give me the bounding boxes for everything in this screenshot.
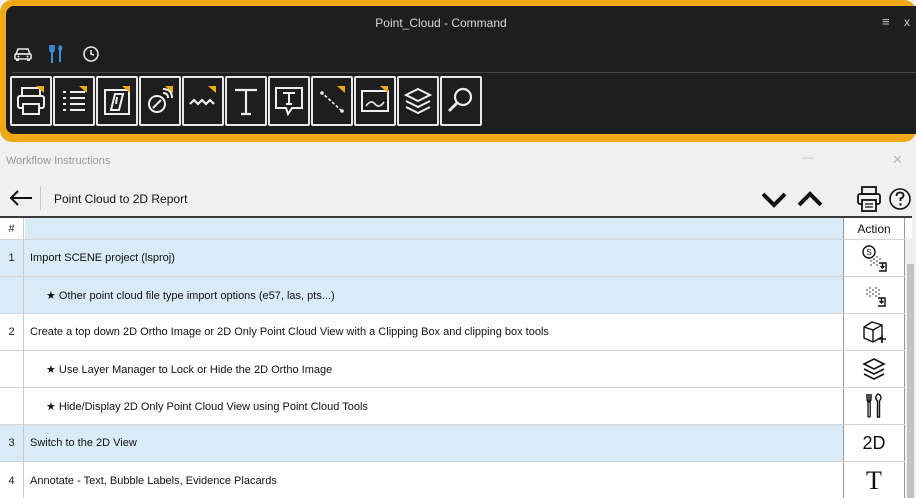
- table-row[interactable]: 4 Annotate - Text, Bubble Labels, Eviden…: [0, 462, 912, 498]
- table-row[interactable]: ★ Use Layer Manager to Lock or Hide the …: [0, 351, 912, 388]
- table-header-row: # Action: [0, 218, 912, 240]
- command-toolbar: [10, 76, 482, 130]
- scanner-icon[interactable]: [139, 76, 181, 126]
- wave-line-icon[interactable]: [182, 76, 224, 126]
- list-icon[interactable]: [53, 76, 95, 126]
- close-icon[interactable]: x: [904, 15, 910, 29]
- help-icon[interactable]: [888, 187, 912, 211]
- car-icon[interactable]: [12, 43, 34, 65]
- text-tool-label: T: [866, 465, 882, 495]
- chevron-up-icon[interactable]: [796, 188, 824, 210]
- chevron-down-icon[interactable]: [760, 188, 788, 210]
- step-text: ★ Hide/Display 2D Only Point Cloud View …: [46, 400, 368, 413]
- table-row[interactable]: 2 Create a top down 2D Ortho Image or 2D…: [0, 314, 912, 351]
- layers-icon[interactable]: [397, 76, 439, 126]
- svg-text:S: S: [866, 248, 871, 257]
- step-text: ★ Other point cloud file type import opt…: [46, 289, 335, 302]
- step-text: Annotate - Text, Bubble Labels, Evidence…: [30, 474, 277, 487]
- tools-icon[interactable]: [46, 43, 68, 65]
- step-text: Import SCENE project (lsproj): [30, 252, 175, 264]
- table-row[interactable]: ★ Other point cloud file type import opt…: [0, 277, 912, 314]
- layers-icon[interactable]: [843, 351, 905, 387]
- step-number: 3: [0, 425, 24, 461]
- 2d-view-label: 2D: [862, 432, 886, 453]
- column-header-action: Action: [843, 218, 905, 239]
- text-icon[interactable]: T: [843, 462, 905, 498]
- column-header-step: [25, 218, 843, 239]
- callout-text-icon[interactable]: [268, 76, 310, 126]
- screen: Point_Cloud - Command ≡ x Workflow Instr…: [0, 0, 916, 498]
- step-number: [0, 277, 24, 313]
- step-number: 2: [0, 314, 24, 350]
- menu-icon[interactable]: ≡: [882, 14, 890, 29]
- step-number: 1: [0, 240, 24, 276]
- clipping-box-icon[interactable]: [843, 314, 905, 350]
- step-text: ★ Use Layer Manager to Lock or Hide the …: [46, 363, 333, 376]
- search-icon[interactable]: [440, 76, 482, 126]
- command-separator: [12, 72, 916, 73]
- step-text: Create a top down 2D Ortho Image or 2D O…: [30, 326, 549, 338]
- text-icon[interactable]: [225, 76, 267, 126]
- clock-icon[interactable]: [80, 43, 102, 65]
- tools-icon[interactable]: [843, 388, 905, 424]
- scene-import-icon[interactable]: S: [843, 240, 905, 276]
- 2d-view-icon[interactable]: 2D: [843, 425, 905, 461]
- workflow-panel-title: Workflow Instructions: [6, 155, 111, 167]
- step-text: Switch to the 2D View: [30, 437, 137, 449]
- minimize-icon[interactable]: —: [802, 152, 813, 164]
- command-window: Point_Cloud - Command ≡ x: [6, 6, 916, 134]
- printer-icon[interactable]: [856, 185, 882, 213]
- printer-icon[interactable]: [10, 76, 52, 126]
- point-cloud-import-icon[interactable]: [843, 277, 905, 313]
- back-arrow-icon[interactable]: [8, 186, 34, 210]
- column-header-number: #: [0, 218, 24, 239]
- workflow-name: Point Cloud to 2D Report: [54, 192, 188, 206]
- step-number: 4: [0, 462, 24, 498]
- step-number: [0, 351, 24, 387]
- placard-icon[interactable]: [96, 76, 138, 126]
- command-window-frame: Point_Cloud - Command ≡ x: [0, 0, 916, 142]
- scrollbar-thumb[interactable]: [907, 264, 914, 498]
- header-divider: [40, 186, 41, 210]
- table-row[interactable]: ★ Hide/Display 2D Only Point Cloud View …: [0, 388, 912, 425]
- measure-line-icon[interactable]: [311, 76, 353, 126]
- table-row[interactable]: 3 Switch to the 2D View 2D: [0, 425, 912, 462]
- command-tabs: [12, 43, 102, 67]
- table-row[interactable]: 1 Import SCENE project (lsproj) S: [0, 240, 912, 277]
- workflow-header: Point Cloud to 2D Report: [0, 180, 916, 216]
- step-number: [0, 388, 24, 424]
- workflow-table: # Action 1 Import SCENE project (lsproj)…: [0, 216, 912, 498]
- command-window-title: Point_Cloud - Command: [375, 16, 507, 30]
- image-icon[interactable]: [354, 76, 396, 126]
- close-icon[interactable]: ✕: [892, 152, 903, 168]
